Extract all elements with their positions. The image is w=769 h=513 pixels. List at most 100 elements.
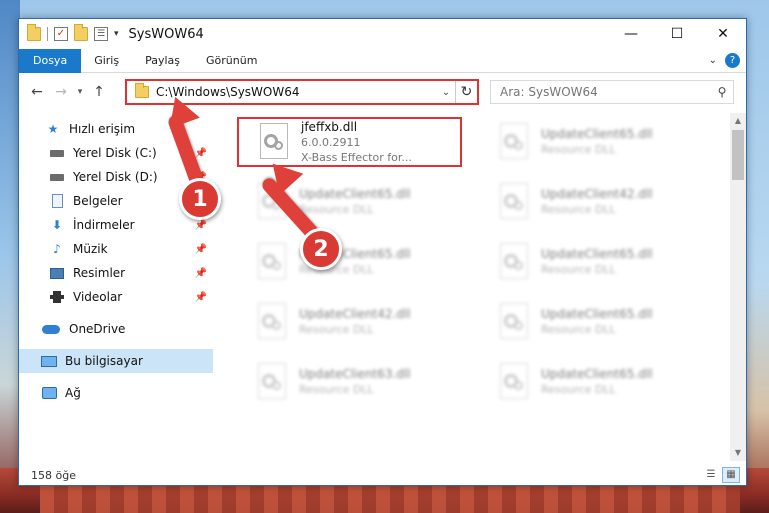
file-tile[interactable]: UpdateClient65.dll Resource DLL bbox=[237, 237, 462, 287]
window-controls: — ☐ ✕ bbox=[608, 19, 746, 49]
file-tile[interactable]: UpdateClient42.dll Resource DLL bbox=[479, 177, 704, 227]
view-properties-icon[interactable]: ☰ bbox=[94, 27, 108, 41]
sidebar-item-label: Videolar bbox=[73, 290, 123, 304]
view-toggle: ☰ ▦ bbox=[702, 467, 740, 483]
ribbon-right-controls: ⌄ ? bbox=[709, 53, 740, 68]
file-name: UpdateClient65.dll bbox=[541, 247, 653, 261]
file-type: Resource DLL bbox=[541, 203, 616, 216]
pin-icon[interactable]: 📌 bbox=[195, 148, 207, 159]
file-name: UpdateClient65.dll bbox=[541, 307, 653, 321]
drive-icon bbox=[49, 146, 65, 160]
file-type: Resource DLL bbox=[541, 263, 616, 276]
sidebar-item-label: Bu bilgisayar bbox=[65, 354, 143, 368]
help-icon[interactable]: ? bbox=[725, 53, 740, 68]
properties-check-icon[interactable]: ✓ bbox=[54, 27, 68, 41]
expand-ribbon-icon[interactable]: ⌄ bbox=[709, 55, 717, 66]
desktop-background bbox=[0, 0, 20, 513]
file-type: Resource DLL bbox=[541, 323, 616, 336]
file-tile[interactable]: UpdateClient63.dll Resource DLL bbox=[237, 357, 462, 407]
scroll-up-icon[interactable]: ▲ bbox=[730, 113, 746, 129]
file-tile[interactable]: UpdateClient65.dll Resource DLL bbox=[479, 117, 704, 167]
sidebar-item-label: Yerel Disk (D:) bbox=[73, 170, 158, 184]
dll-file-icon bbox=[493, 181, 535, 223]
file-name: UpdateClient42.dll bbox=[299, 307, 411, 321]
maximize-button[interactable]: ☐ bbox=[654, 19, 700, 49]
scrollbar-thumb[interactable] bbox=[732, 130, 744, 180]
back-button[interactable]: ← bbox=[25, 80, 49, 104]
file-type: Resource DLL bbox=[541, 383, 616, 396]
folder-icon bbox=[135, 83, 149, 98]
search-box[interactable]: ⚲ bbox=[490, 80, 734, 104]
sidebar-item-label: Ağ bbox=[65, 386, 81, 400]
new-folder-icon[interactable] bbox=[74, 24, 88, 41]
file-tile[interactable]: UpdateClient65.dll Resource DLL bbox=[479, 237, 704, 287]
toolbar-separator bbox=[47, 27, 48, 41]
close-button[interactable]: ✕ bbox=[700, 19, 746, 49]
quick-access-toolbar: ✓ ☰ ▾ bbox=[19, 24, 119, 41]
music-icon: ♪ bbox=[53, 242, 61, 256]
tab-view[interactable]: Görünüm bbox=[193, 49, 270, 73]
sidebar-item-onedrive[interactable]: OneDrive bbox=[19, 317, 213, 341]
file-name: UpdateClient65.dll bbox=[541, 367, 653, 381]
explorer-window: ✓ ☰ ▾ SysWOW64 — ☐ ✕ Dosya Giriş Paylaş … bbox=[18, 18, 747, 486]
search-input[interactable] bbox=[500, 85, 711, 99]
window-title: SysWOW64 bbox=[128, 26, 204, 42]
folder-icon bbox=[27, 24, 41, 41]
sidebar-item-label: Resimler bbox=[73, 266, 126, 280]
file-type: Resource DLL bbox=[299, 323, 374, 336]
scroll-down-icon[interactable]: ▼ bbox=[730, 445, 746, 461]
dll-file-icon bbox=[493, 361, 535, 403]
dll-file-icon bbox=[251, 301, 293, 343]
navigation-bar: ← → ▾ ↑ C:\Windows\SysWOW64 ⌄ ↻ ⚲ bbox=[19, 77, 746, 107]
videos-icon bbox=[49, 290, 65, 304]
file-description: X-Bass Effector for... bbox=[301, 150, 412, 164]
recent-locations-button[interactable]: ▾ bbox=[73, 80, 87, 104]
tab-share[interactable]: Paylaş bbox=[132, 49, 193, 73]
sidebar-item-music[interactable]: ♪ Müzik 📌 bbox=[19, 237, 213, 261]
vertical-scrollbar[interactable]: ▲ ▼ bbox=[730, 113, 746, 461]
this-pc-icon bbox=[41, 354, 57, 368]
file-name: UpdateClient65.dll bbox=[299, 187, 411, 201]
tab-home[interactable]: Giriş bbox=[81, 49, 132, 73]
up-button[interactable]: ↑ bbox=[87, 80, 111, 104]
refresh-button[interactable]: ↻ bbox=[455, 81, 477, 103]
address-dropdown-icon[interactable]: ⌄ bbox=[437, 87, 455, 98]
minimize-button[interactable]: — bbox=[608, 19, 654, 49]
item-count: 158 öğe bbox=[31, 468, 76, 482]
file-type: Resource DLL bbox=[299, 383, 374, 396]
sidebar-item-label: Hızlı erişim bbox=[69, 122, 136, 136]
file-name: UpdateClient63.dll bbox=[299, 367, 411, 381]
onedrive-icon bbox=[41, 322, 61, 336]
sidebar-item-network[interactable]: Ağ bbox=[19, 381, 213, 405]
sidebar-item-downloads[interactable]: ⬇ İndirmeler 📌 bbox=[19, 213, 213, 237]
sidebar-item-label: Yerel Disk (C:) bbox=[73, 146, 157, 160]
title-bar: ✓ ☰ ▾ SysWOW64 — ☐ ✕ bbox=[19, 19, 746, 49]
sidebar-item-pictures[interactable]: Resimler 📌 bbox=[19, 261, 213, 285]
pin-icon[interactable]: 📌 bbox=[195, 292, 207, 303]
forward-button[interactable]: → bbox=[49, 80, 73, 104]
sidebar-item-this-pc[interactable]: Bu bilgisayar bbox=[19, 349, 213, 373]
file-tile[interactable]: UpdateClient65.dll Resource DLL bbox=[479, 357, 704, 407]
pin-icon[interactable]: 📌 bbox=[195, 220, 207, 231]
pin-icon[interactable]: 📌 bbox=[195, 244, 207, 255]
details-view-icon[interactable]: ☰ bbox=[702, 467, 720, 483]
sidebar-item-videos[interactable]: Videolar 📌 bbox=[19, 285, 213, 309]
file-type: Resource DLL bbox=[541, 143, 616, 156]
address-path[interactable]: C:\Windows\SysWOW64 bbox=[156, 85, 437, 99]
file-tile[interactable]: UpdateClient65.dll Resource DLL bbox=[479, 297, 704, 347]
step-badge-1: 1 bbox=[179, 178, 221, 220]
downloads-icon: ⬇ bbox=[51, 218, 63, 232]
search-icon[interactable]: ⚲ bbox=[711, 85, 733, 99]
tab-file[interactable]: Dosya bbox=[19, 48, 82, 73]
tiles-view-icon[interactable]: ▦ bbox=[722, 467, 740, 483]
drive-icon bbox=[49, 170, 65, 184]
file-tile[interactable]: UpdateClient42.dll Resource DLL bbox=[237, 297, 462, 347]
pin-icon[interactable]: 📌 bbox=[195, 268, 207, 279]
file-name: UpdateClient65.dll bbox=[541, 127, 653, 141]
step-badge-2: 2 bbox=[300, 228, 342, 270]
customize-toolbar-dropdown[interactable]: ▾ bbox=[114, 29, 119, 39]
sidebar-item-label: İndirmeler bbox=[73, 218, 135, 232]
file-tile-jfeffxb[interactable]: jfeffxb.dll 6.0.0.2911 X-Bass Effector f… bbox=[237, 117, 462, 167]
star-icon: ★ bbox=[47, 122, 59, 136]
documents-icon bbox=[49, 194, 65, 208]
